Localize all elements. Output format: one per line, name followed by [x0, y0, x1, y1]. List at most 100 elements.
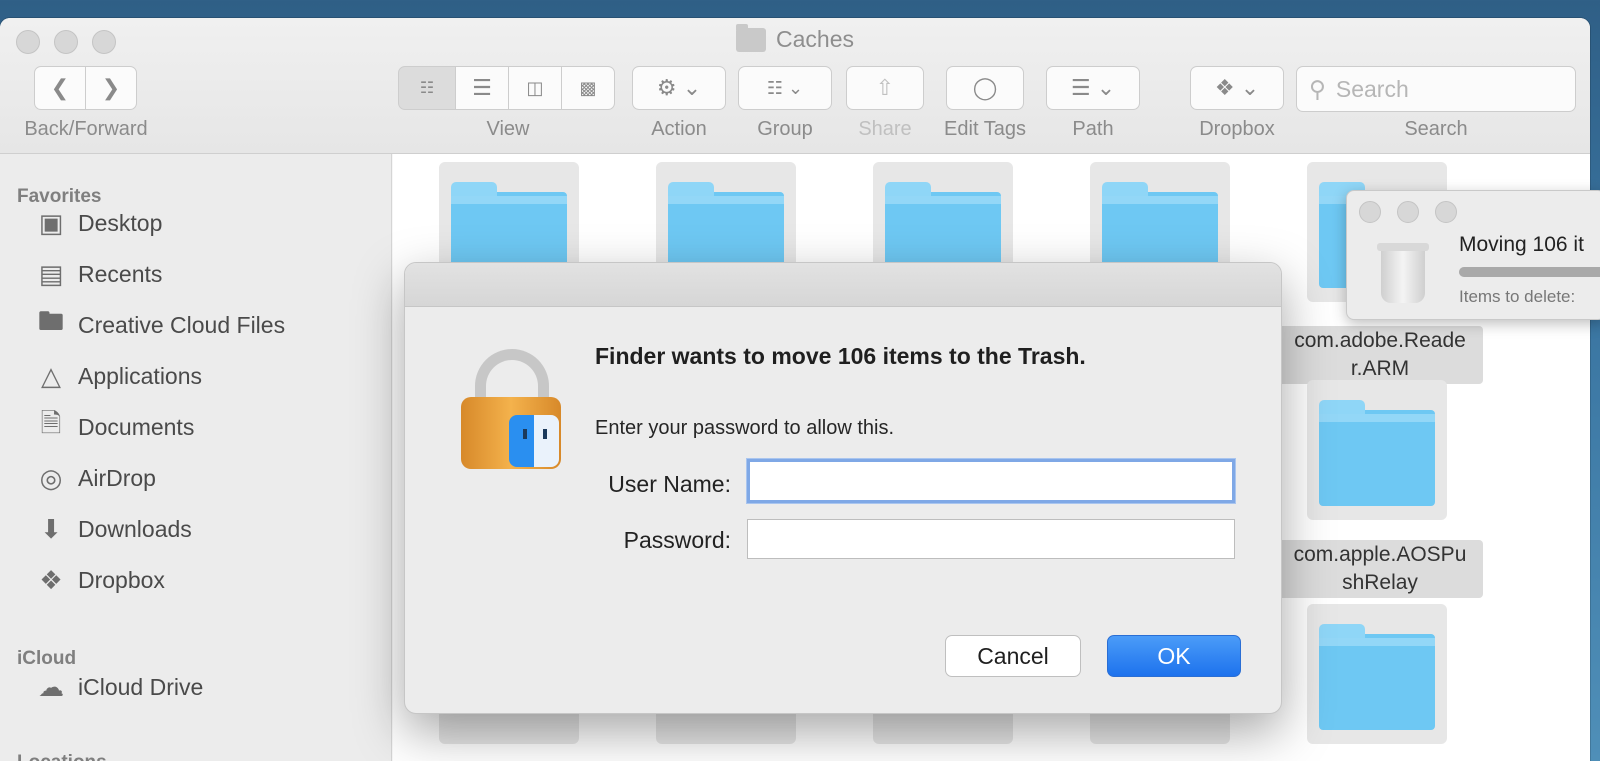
window-title-text: Caches	[776, 26, 854, 52]
sidebar: Favorites ▣ Desktop ▤ Recents 🖿 Creative…	[0, 154, 392, 761]
file-name-label[interactable]: com.adobe.Reade r.ARM	[1277, 326, 1483, 384]
sidebar-item-label: Desktop	[78, 209, 163, 236]
chevron-right-icon: ❯	[101, 75, 121, 100]
locations-heading: Locations	[17, 752, 107, 761]
downloads-icon: ⬇	[40, 513, 62, 544]
sidebar-item-label: Creative Cloud Files	[78, 311, 286, 338]
sidebar-item-recents[interactable]: ▤ Recents	[34, 258, 163, 289]
dialog-message: Enter your password to allow this.	[595, 417, 895, 439]
search-placeholder: Search	[1335, 75, 1409, 102]
auth-dialog: Finder wants to move 106 items to the Tr…	[404, 262, 1282, 714]
sidebar-item-downloads[interactable]: ⬇ Downloads	[34, 514, 192, 544]
sidebar-item-airdrop[interactable]: ◎ AirDrop	[34, 463, 156, 493]
share-icon: ⇧	[875, 75, 895, 100]
folder-icon: 🖿	[37, 306, 64, 336]
lock-icon	[461, 349, 561, 473]
sidebar-item-label: Recents	[78, 260, 163, 287]
sidebar-item-icloud-drive[interactable]: ☁ iCloud Drive	[34, 672, 203, 702]
zoom-button[interactable]	[1435, 201, 1457, 223]
dropbox-control: ❖ ⌄	[1190, 66, 1284, 110]
desktop-icon: ▣	[38, 207, 64, 238]
view-gallery-button[interactable]: ▩	[561, 66, 615, 110]
back-forward-control: ❮ ❯	[34, 66, 137, 110]
view-columns-button[interactable]: ◫	[508, 66, 562, 110]
file-name-line: com.adobe.Reade	[1294, 329, 1466, 352]
folder-item[interactable]	[1307, 604, 1447, 744]
recents-icon: ▤	[38, 258, 64, 289]
folder-icon	[736, 23, 766, 52]
sidebar-item-label: Downloads	[78, 515, 192, 542]
folder-icon	[1319, 400, 1435, 506]
path-button[interactable]: ☰ ⌄	[1046, 66, 1140, 110]
folder-item[interactable]	[1307, 380, 1447, 520]
finder-face-left	[509, 415, 534, 467]
username-field[interactable]	[747, 459, 1235, 503]
back-forward-label: Back/Forward	[24, 118, 148, 140]
search-icon: ⚲	[1309, 75, 1326, 102]
password-field[interactable]	[747, 519, 1235, 559]
dropbox-icon: ❖ ⌄	[1214, 75, 1260, 100]
favorites-heading: Favorites	[17, 186, 102, 207]
action-button[interactable]: ⚙ ⌄	[632, 66, 726, 110]
dialog-title: Finder wants to move 106 items to the Tr…	[595, 343, 1086, 369]
finder-eye	[543, 429, 547, 439]
view-list-button[interactable]: ☰	[455, 66, 509, 110]
file-name-line: shRelay	[1342, 571, 1418, 594]
group-control: ☷ ⌄	[738, 66, 832, 110]
group-label: Group	[757, 118, 813, 140]
edit-tags-control: ◯	[946, 66, 1024, 110]
view-control: ☷ ☰ ◫ ▩	[398, 66, 615, 110]
file-name-label[interactable]: com.apple.AOSPu shRelay	[1277, 540, 1483, 598]
finder-face-right	[534, 415, 559, 467]
sidebar-item-dropbox[interactable]: ❖ Dropbox	[34, 565, 165, 595]
icloud-heading: iCloud	[17, 648, 77, 669]
path-control: ☰ ⌄	[1046, 66, 1140, 110]
sidebar-item-label: Applications	[78, 362, 203, 389]
dropbox-icon: ❖	[39, 564, 63, 595]
sidebar-item-label: iCloud Drive	[78, 673, 204, 700]
cancel-button[interactable]: Cancel	[945, 635, 1081, 677]
forward-button[interactable]: ❯	[85, 66, 137, 110]
edit-tags-label: Edit Tags	[944, 118, 1026, 140]
back-button[interactable]: ❮	[34, 66, 86, 110]
progress-window-controls	[1359, 201, 1457, 223]
progress-window: Moving 106 it Items to delete:	[1346, 190, 1600, 320]
path-icon: ☰ ⌄	[1070, 75, 1116, 100]
share-control: ⇧	[846, 66, 924, 110]
share-label: Share	[858, 118, 912, 140]
close-button[interactable]	[1359, 201, 1381, 223]
items-to-delete-label: Items to delete:	[1459, 287, 1576, 306]
view-icons-button[interactable]: ☷	[398, 66, 456, 110]
sidebar-item-label: Dropbox	[78, 566, 165, 593]
dialog-header	[405, 263, 1281, 307]
applications-icon: △	[41, 360, 61, 391]
progress-fill	[1459, 267, 1600, 277]
window-title: Caches	[0, 23, 1590, 53]
search-label: Search	[1404, 118, 1468, 140]
group-button[interactable]: ☷ ⌄	[738, 66, 832, 110]
progress-bar	[1459, 267, 1600, 277]
toolbar: Caches ❮ ❯ Back/Forward ☷ ☰ ◫ ▩ View ⚙ ⌄…	[0, 18, 1590, 154]
grid-icon: ☷	[419, 80, 435, 97]
dropbox-label: Dropbox	[1199, 118, 1275, 140]
gear-icon: ⚙ ⌄	[656, 75, 702, 100]
search-field[interactable]: ⚲ Search	[1296, 66, 1576, 112]
username-label: User Name:	[608, 471, 731, 497]
action-label: Action	[651, 118, 707, 140]
ok-button[interactable]: OK	[1107, 635, 1241, 677]
trash-icon	[1377, 243, 1429, 303]
password-label: Password:	[623, 527, 731, 553]
sidebar-item-desktop[interactable]: ▣ Desktop	[34, 207, 163, 238]
progress-status: Moving 106 it	[1459, 233, 1584, 256]
list-icon: ☰	[472, 75, 492, 100]
dropbox-button[interactable]: ❖ ⌄	[1190, 66, 1284, 110]
sidebar-item-label: AirDrop	[78, 464, 156, 491]
folder-icon	[1319, 624, 1435, 730]
share-button[interactable]: ⇧	[846, 66, 924, 110]
minimize-button[interactable]	[1397, 201, 1419, 223]
view-label: View	[486, 118, 530, 140]
sidebar-item-documents[interactable]: 🗎 Documents	[34, 408, 195, 442]
sidebar-item-creative-cloud-files[interactable]: 🖿 Creative Cloud Files	[34, 306, 286, 340]
edit-tags-button[interactable]: ◯	[946, 66, 1024, 110]
sidebar-item-applications[interactable]: △ Applications	[34, 361, 202, 391]
